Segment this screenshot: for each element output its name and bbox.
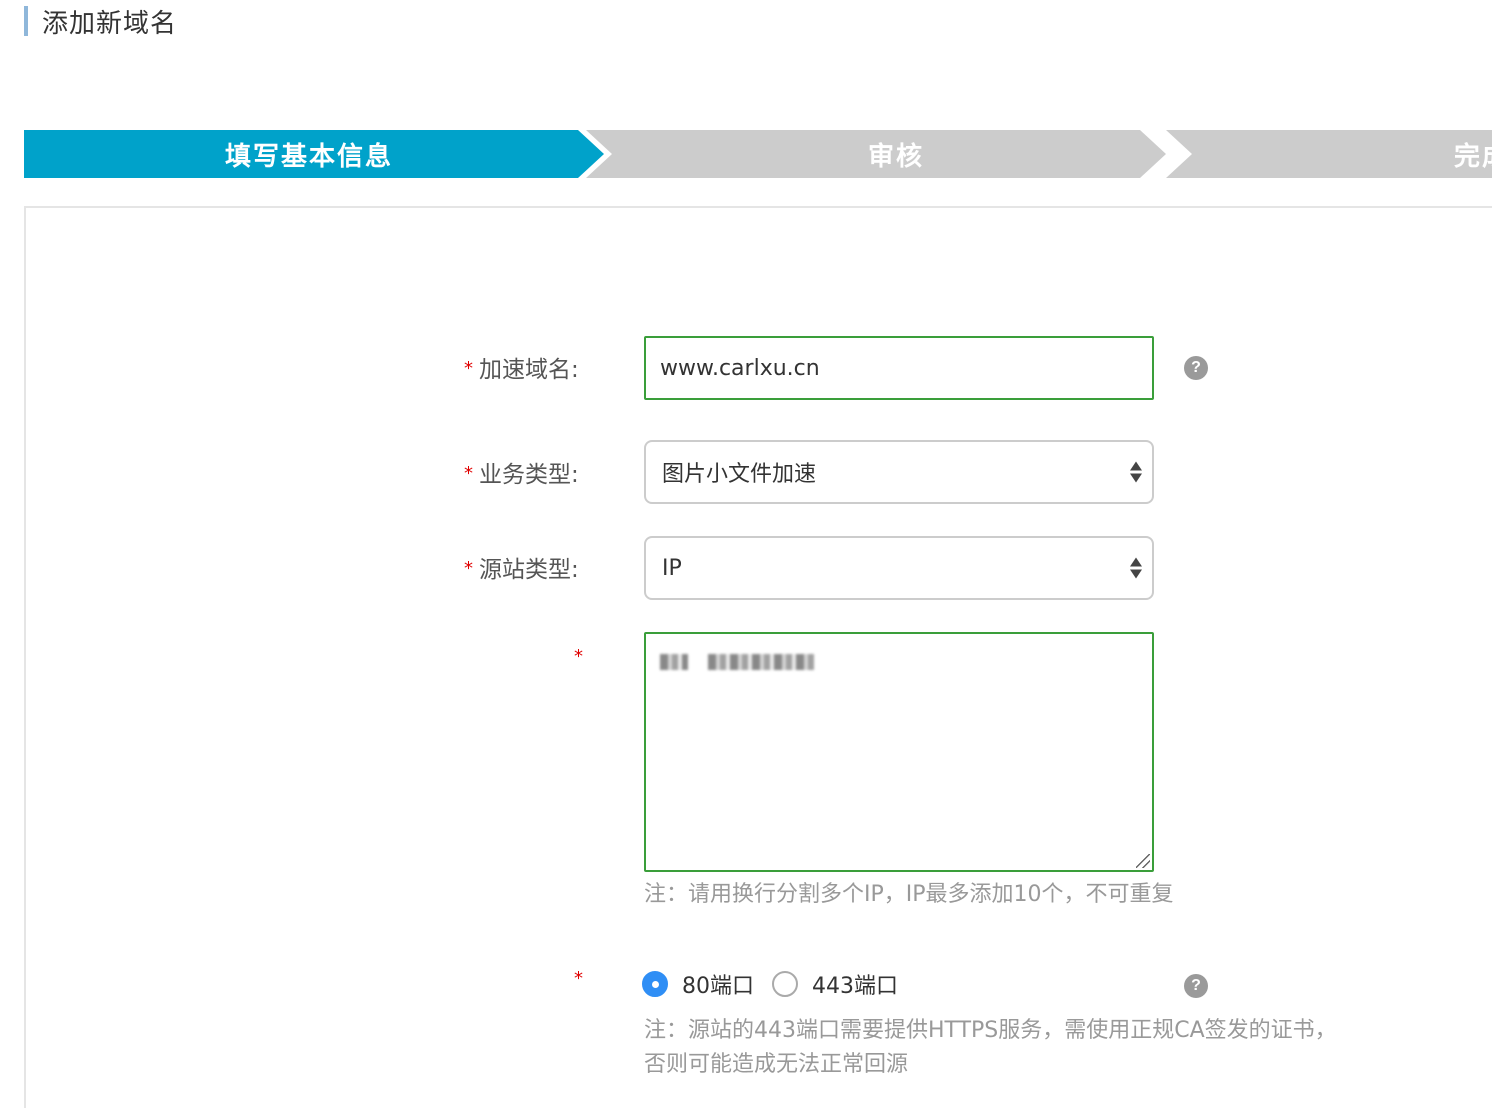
help-icon-glyph: ?	[1191, 977, 1201, 994]
origin-type-selected: IP	[662, 555, 682, 581]
help-icon-glyph: ?	[1191, 359, 1201, 376]
port-note-line1: 注：源站的443端口需要提供HTTPS服务，需使用正规CA签发的证书，	[644, 1018, 1337, 1043]
progress-steps: 完成 审核 填写基本信息	[24, 130, 1492, 178]
step-review: 审核	[586, 130, 1166, 178]
redacted-ip-segment	[708, 654, 814, 670]
port-required: *	[574, 967, 589, 993]
step-complete: 完成	[1166, 130, 1492, 178]
port-note: 注：源站的443端口需要提供HTTPS服务，需使用正规CA签发的证书， 否则可能…	[644, 1014, 1337, 1082]
step-basic-info-label: 填写基本信息	[224, 141, 393, 172]
business-type-select[interactable]: 图片小文件加速	[644, 440, 1154, 504]
title-accent-bar	[24, 6, 28, 36]
domain-help-icon[interactable]: ?	[1184, 356, 1208, 380]
step-review-label: 审核	[867, 141, 924, 172]
business-type-selected: 图片小文件加速	[662, 462, 817, 487]
domain-input[interactable]: www.carlxu.cn	[644, 336, 1154, 400]
page-title: 添加新域名	[24, 4, 178, 39]
step-complete-label: 完成	[1454, 141, 1492, 172]
select-arrows-icon	[1130, 461, 1142, 483]
port-443-radio[interactable]	[772, 971, 798, 997]
origin-type-select[interactable]: IP	[644, 536, 1154, 600]
port-radio-group: 80端口 443端口	[642, 968, 916, 1000]
port-80-label[interactable]: 80端口	[682, 968, 754, 1000]
required-mark: *	[464, 463, 473, 484]
step-basic-info: 填写基本信息	[24, 130, 604, 178]
required-mark: *	[574, 968, 583, 989]
domain-label: * 加速域名:	[464, 350, 579, 384]
domain-label-text: 加速域名:	[479, 357, 579, 383]
required-mark: *	[464, 358, 473, 379]
required-mark: *	[574, 646, 583, 667]
select-arrows-icon	[1130, 557, 1142, 579]
business-type-label: * 业务类型:	[464, 455, 579, 489]
required-mark: *	[464, 558, 473, 579]
origin-ip-required: *	[574, 645, 589, 671]
origin-ip-note: 注：请用换行分割多个IP，IP最多添加10个，不可重复	[644, 882, 1174, 907]
resize-handle[interactable]	[1136, 854, 1150, 868]
origin-type-label: * 源站类型:	[464, 550, 579, 584]
business-type-label-text: 业务类型:	[479, 462, 579, 488]
page-title-text: 添加新域名	[42, 8, 178, 39]
port-443-label[interactable]: 443端口	[812, 968, 898, 1000]
origin-type-label-text: 源站类型:	[479, 557, 579, 583]
port-help-icon[interactable]: ?	[1184, 974, 1208, 998]
port-80-radio[interactable]	[642, 971, 668, 997]
redacted-ip-segment	[660, 654, 688, 670]
origin-ip-textarea[interactable]	[644, 632, 1154, 872]
port-note-line2: 否则可能造成无法正常回源	[644, 1052, 909, 1077]
domain-input-value: www.carlxu.cn	[660, 355, 820, 381]
